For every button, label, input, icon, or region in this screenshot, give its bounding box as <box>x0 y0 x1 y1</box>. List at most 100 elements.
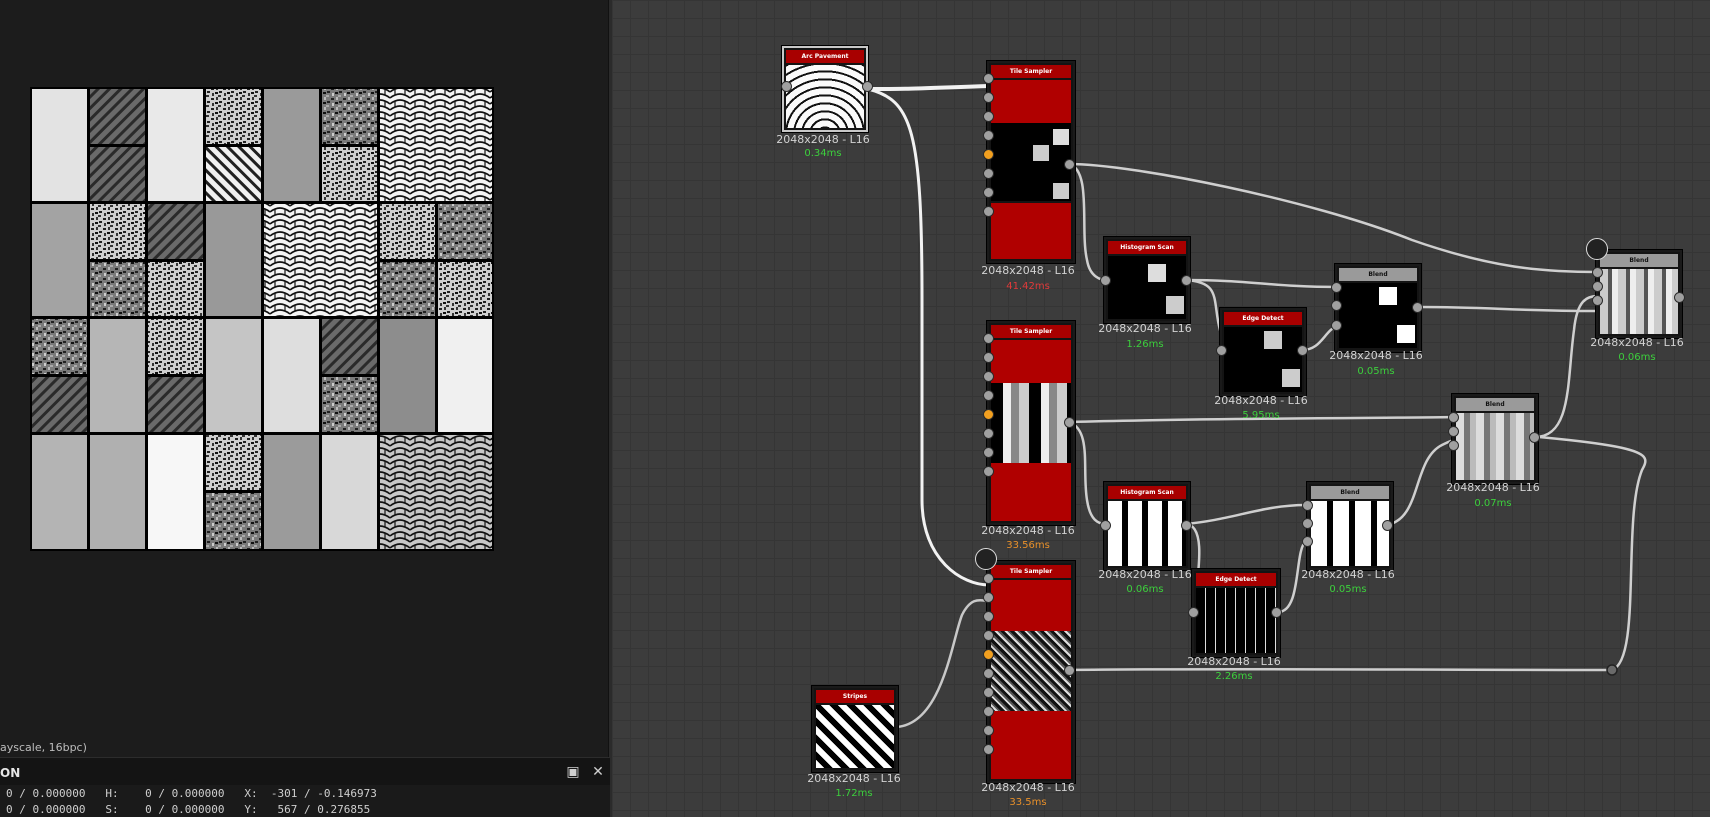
input-port[interactable] <box>1448 426 1459 437</box>
node-time: 1.72ms <box>835 788 873 799</box>
information-panel-title: ON <box>0 766 21 780</box>
input-port[interactable] <box>983 352 994 363</box>
pixel-info-row-1: 0 / 0.000000 H: 0 / 0.000000 X: -301 / -… <box>6 787 377 800</box>
input-port[interactable] <box>983 206 994 217</box>
comment-icon[interactable] <box>975 548 997 570</box>
node-stripes[interactable]: Stripes <box>812 686 898 772</box>
wire <box>866 84 991 91</box>
input-port[interactable] <box>1448 412 1459 423</box>
input-port[interactable] <box>983 111 994 122</box>
input-port[interactable] <box>983 168 994 179</box>
input-port[interactable] <box>983 333 994 344</box>
input-port[interactable] <box>1448 440 1459 451</box>
input-port[interactable] <box>1674 292 1685 303</box>
input-port[interactable] <box>983 187 994 198</box>
graph-editor-canvas[interactable]: Arc Pavement 2048x2048 - L16 0.34ms Tile… <box>612 0 1710 817</box>
input-port[interactable] <box>1064 159 1075 170</box>
node-time: 0.05ms <box>1357 366 1395 377</box>
input-port[interactable] <box>1181 275 1192 286</box>
input-port[interactable] <box>983 73 994 84</box>
input-port[interactable] <box>1302 536 1313 547</box>
input-port[interactable] <box>983 592 994 603</box>
input-port[interactable] <box>983 725 994 736</box>
node-blend-3[interactable]: Blend <box>1452 394 1538 484</box>
input-port[interactable] <box>983 668 994 679</box>
input-port[interactable] <box>983 390 994 401</box>
input-port-active[interactable] <box>983 409 994 420</box>
input-port[interactable] <box>983 371 994 382</box>
input-port-active[interactable] <box>983 649 994 660</box>
node-histogram-scan-2[interactable]: Histogram Scan <box>1104 482 1190 570</box>
input-port[interactable] <box>1331 320 1342 331</box>
input-port[interactable] <box>1064 417 1075 428</box>
input-port[interactable] <box>1188 607 1199 618</box>
maximize-icon[interactable]: ▣ <box>565 764 581 780</box>
input-port[interactable] <box>1412 302 1423 313</box>
input-port[interactable] <box>983 130 994 141</box>
node-time: 0.06ms <box>1126 584 1164 595</box>
input-port[interactable] <box>1302 518 1313 529</box>
input-port[interactable] <box>983 744 994 755</box>
connection-wires <box>866 84 1647 729</box>
input-port[interactable] <box>1382 520 1393 531</box>
node-histogram-scan-1[interactable]: Histogram Scan <box>1104 237 1190 323</box>
input-port[interactable] <box>1529 432 1540 443</box>
input-port[interactable] <box>983 92 994 103</box>
node-title: Blend <box>1600 254 1678 267</box>
node-tile-sampler-2[interactable]: Tile Sampler <box>987 321 1075 525</box>
input-port[interactable] <box>983 687 994 698</box>
node-resolution: 2048x2048 - L16 <box>981 524 1075 537</box>
input-port-active[interactable] <box>983 149 994 160</box>
input-port[interactable] <box>1592 281 1603 292</box>
input-port[interactable] <box>983 611 994 622</box>
node-resolution: 2048x2048 - L16 <box>1446 481 1540 494</box>
node-resolution: 2048x2048 - L16 <box>1098 322 1192 335</box>
node-resolution: 2048x2048 - L16 <box>776 133 870 146</box>
wire <box>1067 667 1614 672</box>
output-icon[interactable] <box>1586 238 1608 260</box>
node-time: 2.26ms <box>1215 671 1253 682</box>
node-blend-1[interactable]: Blend <box>1335 264 1421 352</box>
information-panel-header: ON ▣ ✕ <box>0 757 610 786</box>
input-port[interactable] <box>1064 665 1075 676</box>
input-port[interactable] <box>983 447 994 458</box>
node-resolution: 2048x2048 - L16 <box>807 772 901 785</box>
input-port[interactable] <box>983 466 994 477</box>
texture-preview <box>30 87 494 551</box>
node-title: Histogram Scan <box>1108 241 1186 254</box>
input-port[interactable] <box>1181 520 1192 531</box>
node-tile-sampler-1[interactable]: Tile Sampler <box>987 61 1075 263</box>
wire <box>1183 503 1308 526</box>
input-port[interactable] <box>1331 282 1342 293</box>
input-port[interactable] <box>1271 607 1282 618</box>
input-port[interactable] <box>983 573 994 584</box>
node-blend-2[interactable]: Blend <box>1307 482 1393 570</box>
node-time: 41.42ms <box>1006 281 1050 292</box>
node-tile-sampler-3[interactable]: Tile Sampler <box>987 561 1075 783</box>
node-edge-detect-1[interactable]: Edge Detect <box>1220 308 1306 396</box>
input-port[interactable] <box>1302 500 1313 511</box>
close-icon[interactable]: ✕ <box>590 764 606 780</box>
input-port[interactable] <box>983 428 994 439</box>
input-port[interactable] <box>1216 345 1227 356</box>
node-time: 5.95ms <box>1242 410 1280 421</box>
input-port[interactable] <box>1592 267 1603 278</box>
node-resolution: 2048x2048 - L16 <box>1214 394 1308 407</box>
input-port[interactable] <box>1100 520 1111 531</box>
node-edge-detect-2[interactable]: Edge Detect <box>1192 569 1280 657</box>
input-port[interactable] <box>781 81 792 92</box>
node-title: Stripes <box>816 690 894 703</box>
input-port[interactable] <box>983 630 994 641</box>
input-port[interactable] <box>1297 345 1308 356</box>
wire <box>1417 305 1600 313</box>
output-port[interactable] <box>862 81 873 92</box>
input-port[interactable] <box>1331 300 1342 311</box>
node-title: Edge Detect <box>1196 573 1276 586</box>
node-arc-pavement[interactable]: Arc Pavement <box>782 46 868 132</box>
node-blend-4[interactable]: Blend <box>1596 250 1682 338</box>
input-port[interactable] <box>1592 295 1603 306</box>
input-port[interactable] <box>1100 275 1111 286</box>
input-port[interactable] <box>983 706 994 717</box>
node-resolution: 2048x2048 - L16 <box>1329 349 1423 362</box>
node-title: Arc Pavement <box>786 50 864 63</box>
